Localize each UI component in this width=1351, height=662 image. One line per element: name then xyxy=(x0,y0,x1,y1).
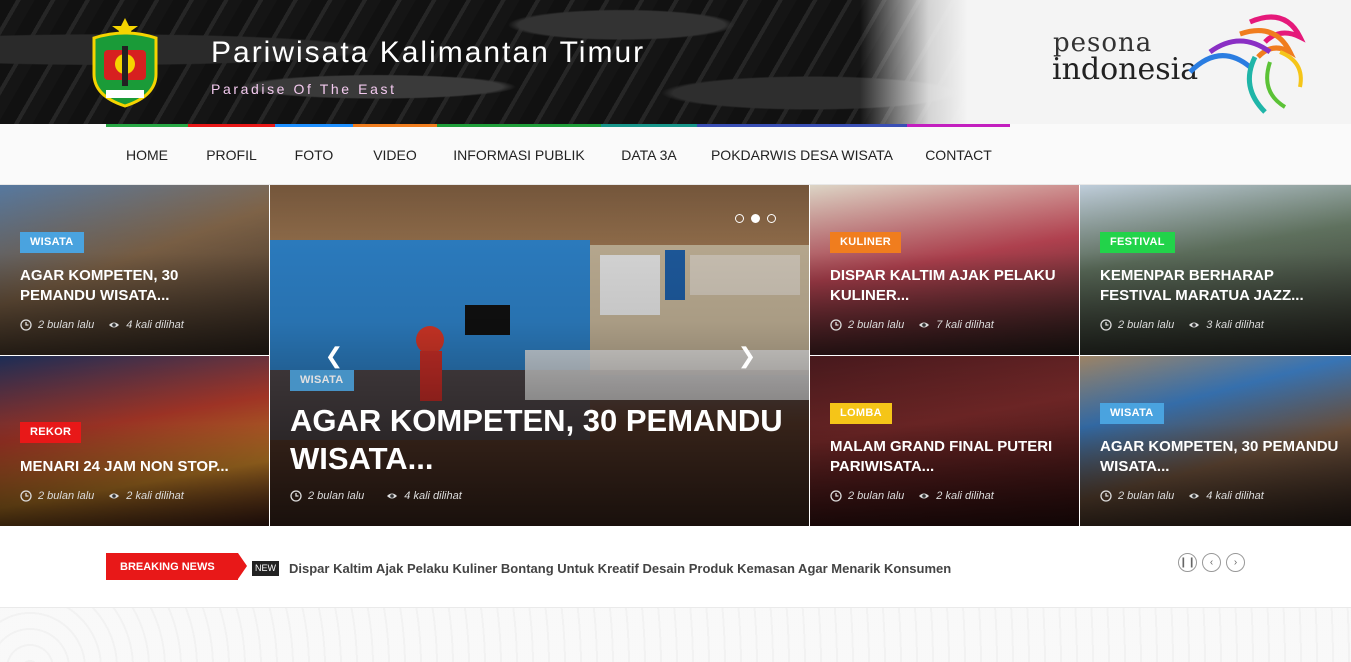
clock-icon xyxy=(1100,490,1112,502)
post-time: 2 bulan lalu xyxy=(1118,319,1175,331)
nav-color-bar xyxy=(697,124,907,127)
site-header: Pariwisata Kalimantan Timur Paradise Of … xyxy=(0,0,1351,124)
breaking-headline[interactable]: Dispar Kaltim Ajak Pelaku Kuliner Bontan… xyxy=(289,561,951,576)
category-tag[interactable]: WISATA xyxy=(1100,403,1164,424)
nav-color-bar xyxy=(106,124,188,127)
post-views: 4 kali dilihat xyxy=(126,319,184,331)
post-meta: 2 bulan lalu 4 kali dilihat xyxy=(290,490,462,502)
post-meta: 2 bulan lalu 4 kali dilihat xyxy=(20,319,184,331)
nav-label: INFORMASI PUBLIK xyxy=(453,146,585,163)
slide-dot[interactable] xyxy=(767,214,776,223)
eye-icon xyxy=(1189,493,1200,499)
nav-color-bar xyxy=(353,124,437,127)
nav-color-bar xyxy=(907,124,1010,127)
post-time: 2 bulan lalu xyxy=(38,490,95,502)
featured-title[interactable]: AGAR KOMPETEN, 30 PEMANDU WISATA... xyxy=(290,402,790,478)
nav-color-bar xyxy=(601,124,697,127)
pesona-indonesia-logo[interactable]: pesona indonesia xyxy=(1050,12,1310,120)
post-title[interactable]: MENARI 24 JAM NON STOP... xyxy=(20,457,255,477)
ornament-pattern xyxy=(0,608,1351,662)
nav-color-bar xyxy=(275,124,353,127)
nav-item-pokdarwis[interactable]: POKDARWIS DESA WISATA xyxy=(697,124,907,185)
nav-color-bar xyxy=(437,124,601,127)
nav-item-home[interactable]: HOME xyxy=(106,124,188,185)
nav-label: DATA 3A xyxy=(621,146,677,163)
chevron-left-icon[interactable]: ❮ xyxy=(322,343,346,368)
category-tag[interactable]: FESTIVAL xyxy=(1100,232,1175,253)
clock-icon xyxy=(830,490,842,502)
post-title[interactable]: DISPAR KALTIM AJAK PELAKU KULINER... xyxy=(830,266,1065,306)
eye-icon xyxy=(109,493,120,499)
post-card[interactable]: WISATA AGAR KOMPETEN, 30 PEMANDU WISATA.… xyxy=(0,185,269,355)
nav-label: FOTO xyxy=(294,146,334,163)
post-card[interactable]: WISATA AGAR KOMPETEN, 30 PEMANDU WISATA.… xyxy=(1080,356,1351,526)
post-views: 4 kali dilihat xyxy=(404,490,462,502)
post-meta: 2 bulan lalu 2 kali dilihat xyxy=(20,490,184,502)
nav-item-data-3a[interactable]: DATA 3A xyxy=(601,124,697,185)
nav-label: HOME xyxy=(126,146,168,163)
post-meta: 2 bulan lalu 3 kali dilihat xyxy=(1100,319,1264,331)
post-title[interactable]: MALAM GRAND FINAL PUTERI PARIWISATA... xyxy=(830,437,1070,477)
site-tagline: Paradise Of The East xyxy=(211,81,397,97)
post-views: 2 kali dilihat xyxy=(126,490,184,502)
clock-icon xyxy=(290,490,302,502)
category-tag[interactable]: REKOR xyxy=(20,422,82,443)
nav-item-profil[interactable]: PROFIL xyxy=(188,124,275,185)
chevron-right-icon[interactable]: ❯ xyxy=(735,343,759,368)
post-time: 2 bulan lalu xyxy=(38,319,95,331)
post-meta: 2 bulan lalu 7 kali dilihat xyxy=(830,319,994,331)
post-card[interactable]: KULINER DISPAR KALTIM AJAK PELAKU KULINE… xyxy=(810,185,1079,355)
new-badge: NEW xyxy=(252,561,279,576)
post-time: 2 bulan lalu xyxy=(1118,490,1175,502)
nav-item-video[interactable]: VIDEO xyxy=(353,124,437,185)
post-title[interactable]: AGAR KOMPETEN, 30 PEMANDU WISATA... xyxy=(1100,437,1340,477)
slide-dot-active[interactable] xyxy=(751,214,760,223)
post-meta: 2 bulan lalu 2 kali dilihat xyxy=(830,490,994,502)
category-tag[interactable]: WISATA xyxy=(20,232,84,253)
post-card[interactable]: LOMBA MALAM GRAND FINAL PUTERI PARIWISAT… xyxy=(810,356,1079,526)
kaltim-emblem-icon[interactable] xyxy=(88,16,162,108)
post-views: 7 kali dilihat xyxy=(936,319,994,331)
eye-icon xyxy=(387,493,398,499)
clock-icon xyxy=(20,319,32,331)
chevron-right-icon[interactable]: › xyxy=(1226,553,1245,572)
nav-label: CONTACT xyxy=(925,146,992,163)
category-tag[interactable]: LOMBA xyxy=(830,403,892,424)
chevron-left-icon[interactable]: ‹ xyxy=(1202,553,1221,572)
breaking-news-label: BREAKING NEWS xyxy=(106,553,247,580)
pause-icon[interactable]: ❙❙ xyxy=(1178,553,1197,572)
clock-icon xyxy=(20,490,32,502)
garuda-swirl-icon xyxy=(1188,14,1306,114)
category-tag[interactable]: WISATA xyxy=(290,370,354,391)
post-card[interactable]: REKOR MENARI 24 JAM NON STOP... 2 bulan … xyxy=(0,356,269,526)
post-time: 2 bulan lalu xyxy=(848,490,905,502)
indonesia-word: indonesia xyxy=(1052,52,1199,87)
site-title[interactable]: Pariwisata Kalimantan Timur xyxy=(211,36,645,70)
post-views: 4 kali dilihat xyxy=(1206,490,1264,502)
clock-icon xyxy=(830,319,842,331)
nav-label: POKDARWIS DESA WISATA xyxy=(710,146,894,163)
nav-item-contact[interactable]: CONTACT xyxy=(907,124,1010,185)
post-time: 2 bulan lalu xyxy=(848,319,905,331)
nav-item-informasi-publik[interactable]: INFORMASI PUBLIK xyxy=(437,124,601,185)
post-title[interactable]: KEMENPAR BERHARAP FESTIVAL MARATUA JAZZ.… xyxy=(1100,266,1340,306)
clock-icon xyxy=(1100,319,1112,331)
slide-dot[interactable] xyxy=(735,214,744,223)
eye-icon xyxy=(109,322,120,328)
eye-icon xyxy=(919,493,930,499)
eye-icon xyxy=(1189,322,1200,328)
post-card[interactable]: FESTIVAL KEMENPAR BERHARAP FESTIVAL MARA… xyxy=(1080,185,1351,355)
post-time: 2 bulan lalu xyxy=(308,490,365,502)
main-nav: HOME PROFIL FOTO VIDEO INFORMASI PUBLIK … xyxy=(0,124,1351,185)
category-tag[interactable]: KULINER xyxy=(830,232,901,253)
post-title[interactable]: AGAR KOMPETEN, 30 PEMANDU WISATA... xyxy=(20,266,255,306)
post-meta: 2 bulan lalu 4 kali dilihat xyxy=(1100,490,1264,502)
post-views: 2 kali dilihat xyxy=(936,490,994,502)
nav-label: PROFIL xyxy=(206,146,257,163)
post-views: 3 kali dilihat xyxy=(1206,319,1264,331)
nav-item-foto[interactable]: FOTO xyxy=(275,124,353,185)
nav-color-bar xyxy=(188,124,275,127)
eye-icon xyxy=(919,322,930,328)
nav-label: VIDEO xyxy=(373,146,417,163)
